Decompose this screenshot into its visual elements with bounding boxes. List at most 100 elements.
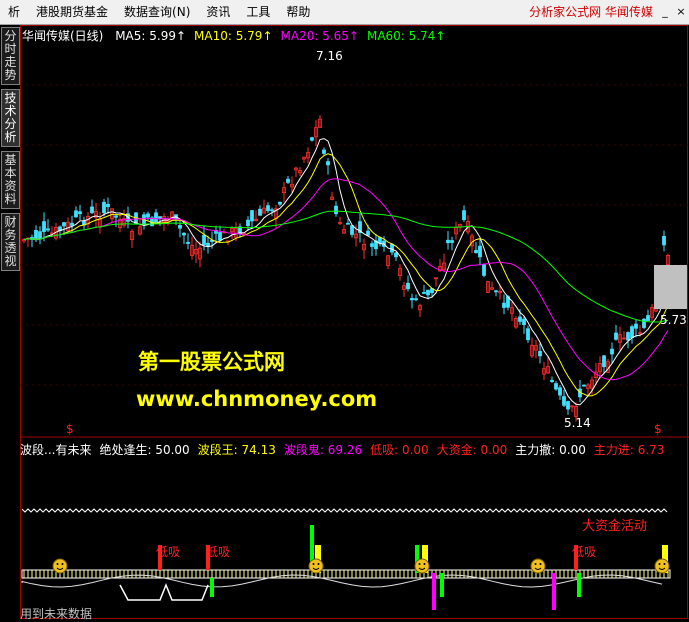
candle-body [114,215,118,218]
candle-body [286,178,290,183]
menu-item-help[interactable]: 帮助 [278,0,318,24]
wave-line [21,574,663,588]
candle-body [218,232,222,241]
menu-bar: 析 港股期货基金 数据查询(N) 资讯 工具 帮助 分析家公式网 华闻传媒 _ … [0,0,689,25]
candle-body [158,216,162,219]
brand-title: 分析家公式网 华闻传媒 [529,5,653,19]
tab-intraday[interactable]: 分时走势 [1,27,20,85]
candle-body [426,289,430,296]
indicator-value: 主力进: 6.73 [593,443,665,457]
candle-body [90,206,94,214]
smiley-icon [312,563,315,565]
candle-body [38,231,42,240]
candle-body [550,379,554,382]
smiley-icon [658,563,661,565]
indicator-value: 大资金: 0.00 [436,443,508,457]
smiley-icon [56,563,59,565]
candle-body [562,396,566,406]
candle-body [70,222,74,226]
highlight-box [654,265,687,309]
candle-body [538,350,542,357]
menu-item-news[interactable]: 资讯 [198,0,238,24]
tab-technical-analysis[interactable]: 技术分析 [1,89,20,147]
chart-area[interactable]: 华闻传媒(日线) MA5: 5.99↑ MA10: 5.79↑ MA20: 5.65… [20,25,689,621]
signal-bar [577,573,581,597]
high-price-label: 7.16 [316,49,343,63]
signal-bar [552,573,556,610]
smiley-icon [61,563,64,565]
candle-body [42,221,46,232]
smiley-icon [539,563,542,565]
candle-body [446,239,450,244]
candle-body [62,222,66,227]
candle-body [326,161,330,166]
candle-body [522,318,526,326]
candle-body [450,240,454,243]
candle-body [610,348,614,355]
dazijin-label: 大资金活动 [582,519,648,534]
signal-bar [440,573,444,597]
candle-body [310,137,314,141]
indicator-header: 波段...有未来 绝处逢生: 50.00 波段王: 74.13 波段鬼: 69.26 低… [20,441,672,458]
candle-body [626,332,630,341]
menu-item-tools[interactable]: 工具 [238,0,278,24]
indicator-value: 波段鬼: 69.26 [283,443,363,457]
candle-body [350,225,354,235]
candle-body [334,205,338,215]
tab-financials[interactable]: 财务透视 [1,213,20,271]
candle-body [474,249,478,254]
candle-body [366,230,370,236]
signal-bar [210,578,214,597]
candle-body [558,387,562,396]
candle-body [78,211,82,215]
candle-body [462,210,466,221]
side-tab-bar: 分时走势 技术分析 基本资料 财务透视 [0,25,20,620]
candle-body [642,318,646,328]
smiley-icon [654,558,670,574]
watermark-url: www.chnmoney.com [136,387,378,411]
smiley-icon [423,563,426,565]
candle-body [250,210,254,222]
candle-body [482,264,486,276]
smiley-icon [418,563,421,565]
candle-body [394,252,398,258]
candle-body [246,219,250,227]
indicator-value: 绝处逢生: 50.00 [99,443,190,457]
menu-item-analysis[interactable]: 析 [0,0,28,24]
candle-body [478,245,482,258]
right-price-label: 5.73 [660,313,687,327]
candle-body [630,326,634,338]
candle-body [526,328,530,341]
tab-fundamentals[interactable]: 基本资料 [1,151,20,209]
smiley-icon [308,558,324,574]
footer-note: 用到未来数据 [20,607,93,621]
menu-item-hk-futures[interactable]: 港股期货基金 [28,0,116,24]
candle-body [186,242,190,244]
close-button[interactable]: × [674,5,688,19]
smiley-icon [530,558,546,574]
candle-body [266,205,270,211]
candle-body [494,290,498,293]
dixi-label: 低吸 [572,545,597,559]
ma5-line [23,138,669,406]
ma-value: MA20: 5.65↑ [280,29,359,43]
candle-body [106,203,110,208]
candle-body [270,209,274,212]
smiley-icon [663,563,666,565]
smiley-icon [52,558,68,574]
candle-body [322,149,326,154]
zigzag-band [21,508,668,513]
candle-body [390,243,394,253]
minimize-button[interactable]: _ [658,5,672,19]
indicator-value: 低吸: 0.00 [370,443,429,457]
ma-value: MA10: 5.79↑ [194,29,273,43]
indicator-value: 波段王: 74.13 [197,443,276,457]
candle-body [422,292,426,294]
ma10-line [23,153,669,397]
candle-body [182,232,186,236]
candle-body [646,315,650,321]
candle-body [410,297,414,301]
signal-bar [432,573,436,610]
smiley-icon [534,563,537,565]
menu-item-data-query[interactable]: 数据查询(N) [116,0,198,24]
